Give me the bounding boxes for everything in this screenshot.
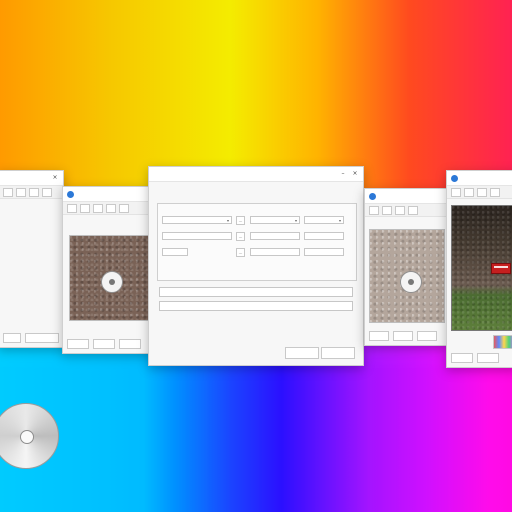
target-icon bbox=[400, 271, 422, 293]
row2-field-b[interactable] bbox=[250, 232, 300, 240]
row1-field-c[interactable]: ▾ bbox=[304, 216, 344, 224]
app-icon bbox=[369, 192, 376, 200]
left-window-footer-button-2[interactable] bbox=[24, 333, 59, 343]
right-mid-window-footer-button-1[interactable] bbox=[369, 331, 389, 341]
chevron-down-icon: ▾ bbox=[338, 217, 341, 223]
right-window-toolbar bbox=[447, 186, 512, 199]
dialog-ok-button[interactable] bbox=[285, 347, 319, 359]
left-mid-window-footer-button-3[interactable] bbox=[119, 339, 141, 349]
dialog-settings-group: ▾ ▾ ▾ … … … bbox=[157, 203, 357, 281]
left-window-tool-button-2[interactable] bbox=[16, 187, 26, 197]
left-window-tool-button-4[interactable] bbox=[42, 187, 52, 197]
color-swatch-strip bbox=[493, 335, 512, 349]
row1-field-a[interactable]: ▾ bbox=[162, 216, 232, 224]
right-window-titlebar bbox=[447, 171, 512, 186]
right-mid-window-tool-button-1[interactable] bbox=[369, 205, 379, 215]
row1-small-button[interactable]: … bbox=[236, 216, 245, 225]
left-window-tool-button-3[interactable] bbox=[29, 187, 39, 197]
right-mid-window-footer-button-3[interactable] bbox=[417, 331, 437, 341]
right-mid-window-footer-button-2[interactable] bbox=[393, 331, 413, 341]
left-mid-window-tool-button-1[interactable] bbox=[67, 203, 77, 213]
left-mid-window-tool-button-3[interactable] bbox=[93, 203, 103, 213]
left-mid-window-tool-button-4[interactable] bbox=[106, 203, 116, 213]
right-window-tool-button-2[interactable] bbox=[464, 187, 474, 197]
left-window-footer-button-1[interactable] bbox=[3, 333, 21, 343]
left-window-close-icon[interactable]: × bbox=[51, 173, 59, 183]
left-mid-window-titlebar bbox=[63, 187, 151, 202]
right-window-tool-button-3[interactable] bbox=[477, 187, 487, 197]
left-window-tool-button-1[interactable] bbox=[3, 187, 13, 197]
right-mid-window-footer bbox=[369, 331, 443, 341]
dialog-cancel-button[interactable] bbox=[321, 347, 355, 359]
left-mid-window-footer-button-1[interactable] bbox=[67, 339, 89, 349]
row1-field-b[interactable]: ▾ bbox=[250, 216, 300, 224]
close-icon[interactable]: × bbox=[351, 169, 359, 179]
row3-field-c[interactable] bbox=[304, 248, 344, 256]
right-window-tool-button-4[interactable] bbox=[490, 187, 500, 197]
right-window bbox=[446, 170, 512, 368]
row2-field-c[interactable] bbox=[304, 232, 344, 240]
dialog-wide-field-1[interactable] bbox=[159, 287, 353, 297]
left-mid-window-footer-button-2[interactable] bbox=[93, 339, 115, 349]
right-window-footer bbox=[451, 353, 512, 363]
right-mid-window-titlebar bbox=[365, 189, 447, 204]
right-mid-window bbox=[364, 188, 448, 346]
app-icon bbox=[451, 174, 458, 182]
right-mid-window-tool-button-2[interactable] bbox=[382, 205, 392, 215]
left-mid-window-footer bbox=[67, 339, 147, 349]
dialog-titlebar: – × bbox=[149, 167, 363, 182]
right-window-footer-button-1[interactable] bbox=[451, 353, 473, 363]
row2-small-button[interactable]: … bbox=[236, 232, 245, 241]
left-window-toolbar bbox=[0, 186, 63, 199]
main-dialog: – × ▾ ▾ ▾ … … … bbox=[148, 166, 364, 366]
left-window: × bbox=[0, 170, 64, 469]
row3-small-button[interactable]: … bbox=[236, 248, 245, 257]
row3-field-b[interactable] bbox=[250, 248, 300, 256]
left-mid-window bbox=[62, 186, 152, 354]
right-mid-window-toolbar bbox=[365, 204, 447, 217]
dialog-wide-field-2[interactable] bbox=[159, 301, 353, 311]
left-mid-window-tool-button-5[interactable] bbox=[119, 203, 129, 213]
app-icon bbox=[67, 190, 74, 198]
red-sign-icon bbox=[491, 263, 511, 274]
left-window-footer bbox=[3, 333, 59, 343]
chevron-down-icon: ▾ bbox=[226, 217, 229, 223]
chevron-down-icon: ▾ bbox=[294, 217, 297, 223]
right-window-tool-button-1[interactable] bbox=[451, 187, 461, 197]
left-mid-window-tool-button-2[interactable] bbox=[80, 203, 90, 213]
right-window-footer-button-2[interactable] bbox=[477, 353, 499, 363]
left-window-titlebar: × bbox=[0, 171, 63, 186]
right-mid-window-tool-button-4[interactable] bbox=[408, 205, 418, 215]
target-icon bbox=[101, 271, 123, 293]
right-mid-window-tool-button-3[interactable] bbox=[395, 205, 405, 215]
minimize-icon[interactable]: – bbox=[339, 169, 347, 179]
row2-field-a[interactable] bbox=[162, 232, 232, 240]
left-mid-window-toolbar bbox=[63, 202, 151, 215]
row3-field-a[interactable] bbox=[162, 248, 188, 256]
